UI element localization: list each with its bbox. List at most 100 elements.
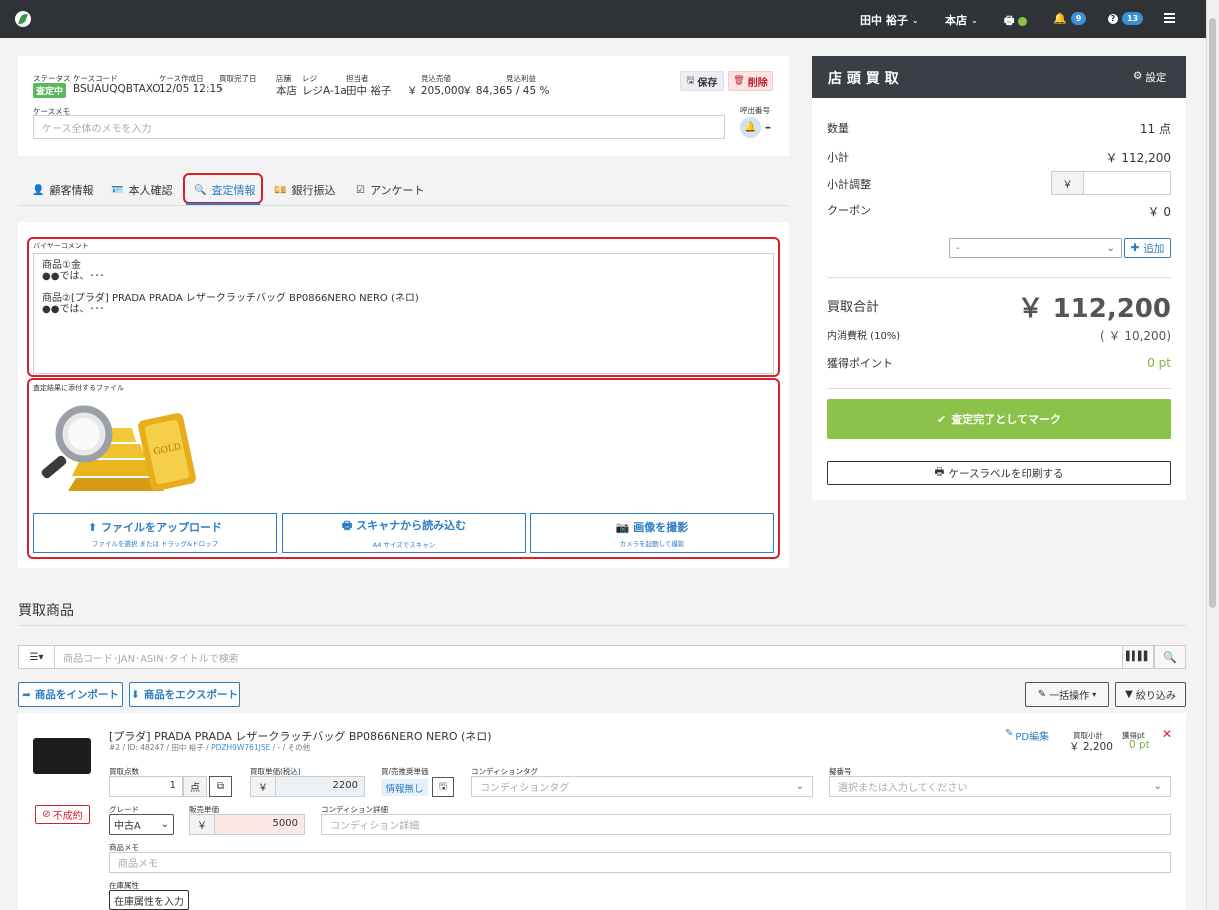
subtotal-value: ￥ 112,200 [1105,151,1171,165]
chevron-down-icon: ⌄ [160,819,169,830]
gold-bars-image: GOLD [41,405,196,491]
tab-identity[interactable]: 🪪 本人確認 [111,182,172,198]
delete-label: 削除 [747,77,768,89]
camera-button[interactable]: 📷 画像を撮影 カメラを起動して撮影 [530,513,774,553]
pd-edit-link[interactable]: ✎ PD編集 [1005,728,1049,743]
ref-price-badge: 情報無し [381,779,428,796]
add-label: 追加 [1143,242,1165,255]
coupon-add-button[interactable]: ✚ 追加 [1124,238,1171,258]
grade-select[interactable]: 中古A ⌄ [109,814,174,835]
item-search-input[interactable]: 商品コード･JAN･ASIN･タイトルで検索 [54,645,1123,669]
failed-label: 不成約 [52,811,83,822]
copy-icon[interactable]: ⧉ [209,776,232,797]
tab-survey[interactable]: ☑ アンケート [356,182,425,198]
item-meta: #2 / ID: 48247 / 田中 裕子 / PDZH9W761JSE / … [109,742,310,753]
points-label: 獲得ポイント [827,357,893,370]
complete-appraisal-button[interactable]: ✔ 査定完了としてマーク [827,399,1171,439]
camera-icon: 📷 [615,520,630,534]
help-badge: 13 [1122,12,1144,25]
call-number-label: 呼出番号 [740,106,770,115]
attached-image-thumbnail[interactable]: GOLD [36,396,200,496]
export-items-button[interactable]: ⬇ 商品をエクスポート [129,682,240,707]
case-header-panel: ステータス 査定中 ケースコード BSUAUQQBTAXO ケース作成日 12/… [18,56,789,156]
printer-icon: 🖶 [1004,14,1015,27]
bulk-actions-button[interactable]: ✎ 一括操作 ▾ [1025,682,1109,707]
sale-price-input[interactable]: 5000 [214,814,305,835]
comment-line: 商品①金 [42,260,81,271]
upload-file-button[interactable]: ⬆ ファイルをアップロード ファイルを選択 または ドラッグ&ドロップ [33,513,277,553]
scrollbar-thumb[interactable] [1209,18,1216,608]
buyer-comment-textarea[interactable]: 商品①金 ●●では、･･･ 商品②[プラダ] PRADA PRADA レザークラ… [33,253,774,374]
bell-icon: 🔔 [1053,12,1067,25]
item-meta-suffix: / - / その他 [270,743,311,752]
item-points: 0 pt [1129,739,1150,751]
filter-button[interactable]: ▼ 絞り込み [1115,682,1186,707]
register-value: レジA-1a [302,85,347,97]
condition-tag-select[interactable]: コンディションタグ ⌄ [471,776,813,797]
comment-line: 商品②[プラダ] PRADA PRADA レザークラッチバッグ BP0866NE… [42,293,419,304]
qty-label: 数量 [827,122,849,135]
app-logo-icon[interactable] [15,11,31,27]
filter-settings-button[interactable]: ☰▾ [18,645,55,669]
qty-value: 11 点 [1139,122,1171,136]
buyer-comment-label: バイヤーコメント [33,242,89,250]
unit-price-input[interactable]: 2200 [275,776,365,797]
print-label-button[interactable]: 🖶 ケースラベルを印刷する [827,461,1171,485]
save-icon[interactable]: 🖫 [432,777,454,797]
coupon-select[interactable]: - ⌄ [949,238,1122,258]
help-button[interactable]: ? 13 [1108,12,1144,25]
import-label: 商品をインポート [34,689,119,701]
printer-status[interactable]: 🖶 [1004,12,1028,31]
yen-addon: ￥ [250,776,276,797]
qty-input[interactable]: 1 [109,776,183,797]
call-bell-icon[interactable]: 🔔 [740,117,761,138]
grade-value: 中古A [114,821,141,832]
tab-appraisal[interactable]: 🔍 査定情報 [194,182,255,198]
user-menu[interactable]: 田中 裕子 ⌄ [860,12,919,28]
gear-icon: ⚙ [1133,70,1143,82]
remove-item-icon[interactable]: ✕ [1162,727,1172,741]
notifications-button[interactable]: 🔔 9 [1053,12,1087,25]
stock-attr-button[interactable]: 在庫属性を入力 [109,890,189,910]
subtotal-adjust-input[interactable] [1083,171,1171,195]
files-label: 査定結果に添付するファイル [33,384,124,392]
expected-sales: ￥ 205,000 [407,85,465,97]
case-memo-input[interactable]: ケース全体のメモを入力 [33,115,725,139]
item-thumbnail[interactable] [33,738,91,774]
store-value: 本店 [276,85,297,97]
wand-icon: ✎ [1037,689,1047,700]
barcode-scan-button[interactable]: ▌▍▌▌ [1122,645,1154,669]
condition-detail-input[interactable]: コンディション詳細 [321,814,1171,835]
store-name: 本店 [945,14,967,27]
chevron-down-icon: ▾ [1092,690,1097,699]
comment-blank-line [42,282,765,293]
settings-button[interactable]: ⚙ 設定 [1133,70,1166,85]
save-button[interactable]: 🖫 保存 [680,71,724,91]
failed-deal-button[interactable]: ⊘ 不成約 [35,805,90,824]
scan-subtitle: A4 サイズでスキャン [372,541,436,549]
item-memo-input[interactable]: 商品メモ [109,852,1171,873]
coupon-selected: - [956,242,960,254]
completed-date: - [219,83,223,95]
notification-badge: 9 [1070,12,1087,25]
status-dot-icon [1018,17,1028,26]
delete-button[interactable]: 🗑 削除 [728,71,773,91]
yen-addon: ￥ [1051,171,1084,195]
serial-select[interactable]: 選択または入力してください ⌄ [829,776,1171,797]
expected-profit: ￥ 84,365 / 45 % [462,85,550,97]
import-items-button[interactable]: ➦ 商品をインポート [18,682,123,707]
tab-bank-transfer[interactable]: 💴 銀行振込 [274,182,335,198]
tab-customer-info[interactable]: 👤 顧客情報 [32,182,93,198]
serial-placeholder: 選択または入力してください [838,783,968,794]
chevron-down-icon: ⌄ [1106,242,1115,254]
scan-button[interactable]: 🖶 スキャナから読み込む A4 サイズでスキャン [282,513,526,553]
chevron-down-icon: ⌄ [911,15,919,25]
barcode-icon: ▌▍▌▌ [1126,652,1151,662]
coupon-label: クーポン [827,204,871,217]
store-menu[interactable]: 本店 ⌄ [945,12,978,28]
search-button[interactable]: 🔍 [1154,645,1186,669]
question-icon: ? [1108,13,1118,24]
tab-label: 顧客情報 [49,184,94,197]
hamburger-menu-icon[interactable] [1164,13,1175,23]
item-product-code[interactable]: PDZH9W761JSE [211,743,270,752]
